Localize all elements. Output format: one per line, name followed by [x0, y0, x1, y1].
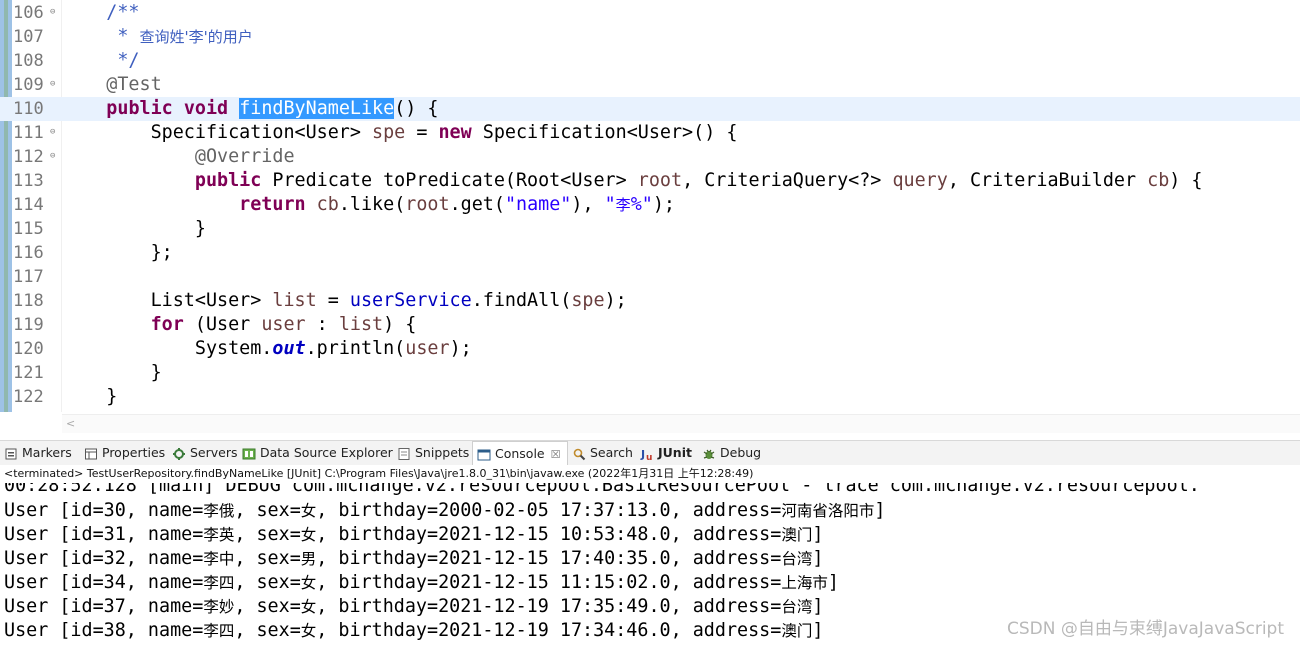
watermark: CSDN @自由与束缚JavaJavaScript	[1007, 619, 1284, 639]
code-text: }	[194, 218, 206, 239]
line-number: 106	[13, 3, 44, 23]
code-text: public Predicate toPredicate(Root<User> …	[194, 170, 1203, 191]
console-icon	[477, 449, 491, 460]
horizontal-scrollbar[interactable]: <	[62, 414, 1300, 433]
line-number: 121	[13, 363, 44, 383]
console-user-row: User [id=31, name=李英, sex=女, birthday=20…	[4, 524, 824, 545]
code-text: * 查询姓'李'的用户	[62, 26, 253, 47]
code-text: };	[150, 242, 173, 263]
code-line: 108 */	[0, 49, 1300, 73]
line-number: 111	[13, 123, 44, 143]
code-text: List<User> list = userService.findAll(sp…	[150, 290, 627, 311]
code-line: 112 ⊖ @Override	[0, 145, 1300, 169]
console-status-line: <terminated> TestUserRepository.findByNa…	[0, 465, 1300, 483]
code-text: @Test	[62, 74, 162, 95]
code-text: System.out.println(user);	[194, 338, 472, 359]
properties-icon	[85, 448, 97, 459]
code-editor[interactable]: 106 ⊖ /** 107 * 查询姓'李'的用户 108 */ 109 ⊖ @…	[0, 0, 1300, 412]
line-number: 115	[13, 219, 44, 239]
line-number: 110	[13, 99, 44, 119]
code-text: /**	[62, 2, 140, 23]
line-number: 116	[13, 243, 44, 263]
code-text: for (User user : list) {	[150, 314, 417, 335]
code-line: 119 for (User user : list) {	[0, 313, 1300, 337]
fold-collapse-icon[interactable]: ⊖	[50, 128, 59, 137]
line-number: 109	[13, 75, 44, 95]
console-user-row: User [id=38, name=李四, sex=女, birthday=20…	[4, 620, 824, 641]
console-log-line: 00:28:52.128 [main] DEBUG com.mchange.v2…	[4, 483, 1200, 496]
console-user-row: User [id=37, name=李妙, sex=女, birthday=20…	[4, 596, 824, 617]
line-number: 120	[13, 339, 44, 359]
tab-markers[interactable]: Markers	[0, 441, 72, 465]
code-line: 121 }	[0, 361, 1300, 385]
svg-text:u: u	[646, 453, 652, 461]
code-line: 120 System.out.println(user);	[0, 337, 1300, 361]
snippets-icon	[398, 447, 410, 460]
line-number: 107	[13, 27, 44, 47]
code-text: public void findByNameLike() {	[106, 98, 439, 119]
view-tab-bar: Markers Properties Servers Data Source E…	[0, 440, 1300, 467]
code-line: 116 };	[0, 241, 1300, 265]
tab-search[interactable]: Search	[568, 441, 633, 465]
code-line: 109 ⊖ @Test	[0, 73, 1300, 97]
code-text: }	[150, 362, 162, 383]
svg-text:J: J	[640, 448, 645, 461]
console-user-row: User [id=34, name=李四, sex=女, birthday=20…	[4, 572, 839, 593]
tab-console[interactable]: Console ☒	[472, 441, 568, 467]
scroll-left-icon[interactable]: <	[66, 417, 75, 430]
line-number: 114	[13, 195, 44, 215]
code-line: 113 public Predicate toPredicate(Root<Us…	[0, 169, 1300, 193]
tab-servers[interactable]: Servers	[168, 441, 238, 465]
search-icon	[573, 448, 586, 460]
bug-icon	[703, 449, 715, 459]
code-line: 107 * 查询姓'李'的用户	[0, 25, 1300, 49]
code-line: 111 ⊖ Specification<User> spe = new Spec…	[0, 121, 1300, 145]
tab-junit[interactable]: Ju JUnit	[636, 441, 692, 465]
console-user-row: User [id=30, name=李俄, sex=女, birthday=20…	[4, 500, 886, 521]
line-number: 119	[13, 315, 44, 335]
code-line: 118 List<User> list = userService.findAl…	[0, 289, 1300, 313]
close-icon[interactable]: ☒	[551, 448, 561, 461]
line-number: 118	[13, 291, 44, 311]
line-number: 108	[13, 51, 44, 71]
markers-icon	[5, 448, 17, 459]
line-number: 112	[13, 147, 44, 167]
tab-debug[interactable]: Debug	[698, 441, 761, 465]
current-line: 110 public void findByNameLike() {	[0, 97, 1300, 121]
line-number: 122	[13, 387, 44, 407]
code-line: 122 }	[0, 385, 1300, 409]
code-text: @Override	[194, 146, 295, 167]
code-line: 114 return cb.like(root.get("name"), "李%…	[0, 193, 1300, 217]
code-line: 115 }	[0, 217, 1300, 241]
console-user-row: User [id=32, name=李中, sex=男, birthday=20…	[4, 548, 824, 569]
fold-collapse-icon[interactable]: ⊖	[50, 152, 59, 161]
code-text: Specification<User> spe = new Specificat…	[150, 122, 738, 143]
servers-icon	[173, 447, 185, 460]
code-text: */	[62, 50, 140, 71]
tab-snippets[interactable]: Snippets	[393, 441, 469, 465]
code-text: }	[106, 386, 118, 407]
fold-collapse-icon[interactable]: ⊖	[50, 8, 59, 17]
code-text: return cb.like(root.get("name"), "李%");	[239, 194, 675, 215]
code-line: 106 ⊖ /**	[0, 1, 1300, 25]
junit-icon: Ju	[640, 448, 652, 461]
selected-text: findByNameLike	[239, 98, 395, 119]
database-icon	[242, 448, 256, 459]
fold-collapse-icon[interactable]: ⊖	[50, 80, 59, 89]
tab-properties[interactable]: Properties	[80, 441, 165, 465]
line-number: 113	[13, 171, 44, 191]
line-number: 117	[13, 267, 44, 287]
tab-data-source-explorer[interactable]: Data Source Explorer	[238, 441, 393, 465]
code-line: 117	[0, 265, 1300, 289]
